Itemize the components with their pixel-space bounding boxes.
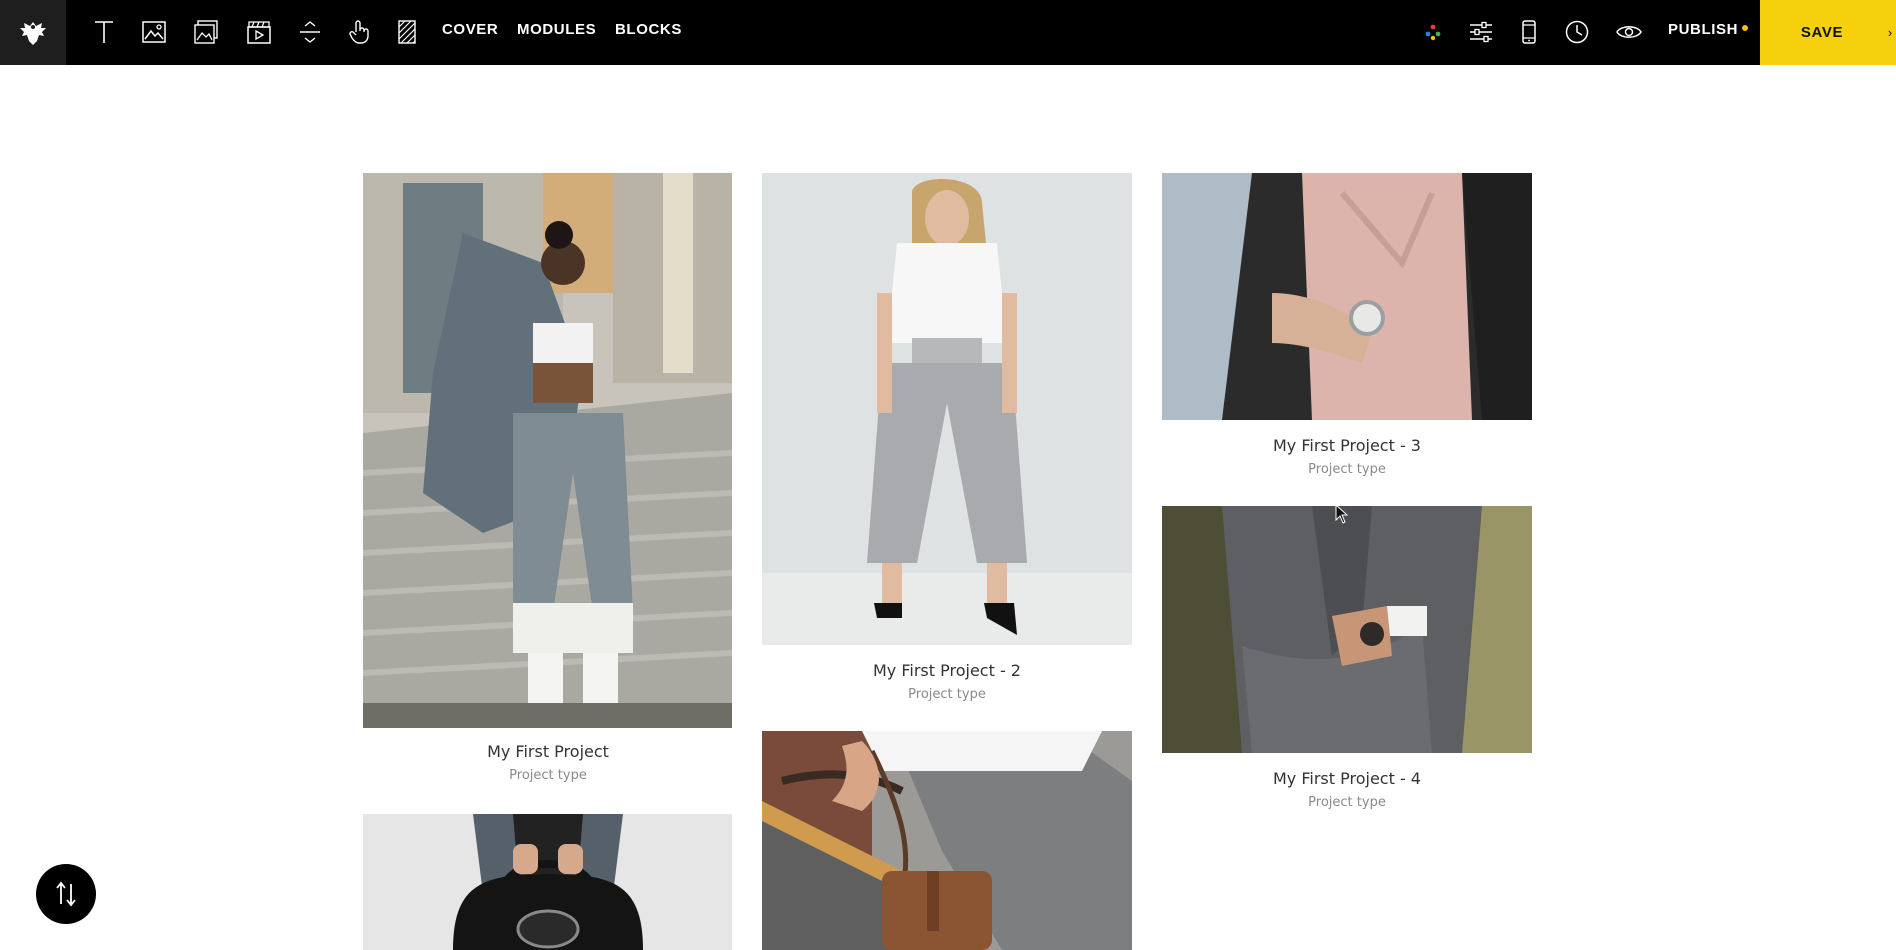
project-4-photo[interactable]	[1162, 506, 1532, 753]
project-2-type: Project type	[908, 687, 986, 702]
sort-arrows-icon[interactable]	[36, 864, 96, 924]
eye-icon[interactable]	[1613, 16, 1645, 48]
hand-pointer-icon[interactable]	[344, 16, 376, 48]
sliders-icon[interactable]	[1465, 16, 1497, 48]
project-3-type: Project type	[1308, 462, 1386, 477]
project-1-type: Project type	[509, 768, 587, 783]
project-4-title[interactable]: My First Project - 4	[1162, 769, 1532, 788]
eagle-logo-icon[interactable]	[0, 0, 66, 65]
publish-label: PUBLISH	[1668, 21, 1739, 38]
project-2-photo[interactable]	[762, 173, 1132, 645]
clock-icon[interactable]	[1561, 16, 1593, 48]
project-3-photo[interactable]	[1162, 173, 1532, 420]
mobile-icon[interactable]	[1513, 16, 1545, 48]
gallery-icon[interactable]	[190, 16, 222, 48]
project-1-photo[interactable]	[363, 173, 732, 728]
palette-dots-icon[interactable]	[1417, 16, 1449, 48]
text-icon[interactable]	[88, 16, 120, 48]
chevron-right-icon[interactable]: ›	[1884, 0, 1896, 65]
project-5-photo[interactable]	[363, 814, 732, 950]
nav-blocks[interactable]: BLOCKS	[615, 0, 682, 65]
project-3-title[interactable]: My First Project - 3	[1162, 436, 1532, 455]
image-icon[interactable]	[138, 16, 170, 48]
top-toolbar: COVER MODULES BLOCKS PUBLISH SAVE ›	[0, 0, 1896, 65]
pattern-icon[interactable]	[391, 16, 423, 48]
nav-modules[interactable]: MODULES	[517, 0, 596, 65]
project-4-type: Project type	[1308, 795, 1386, 810]
save-button[interactable]: SAVE	[1760, 0, 1884, 65]
spacer-icon[interactable]	[294, 16, 326, 48]
publish-button[interactable]: PUBLISH	[1668, 0, 1749, 65]
publish-status-dot	[1742, 25, 1749, 32]
nav-cover[interactable]: COVER	[442, 0, 498, 65]
video-icon[interactable]	[243, 16, 275, 48]
project-2-title[interactable]: My First Project - 2	[762, 661, 1132, 680]
project-6-photo[interactable]	[762, 731, 1132, 950]
project-1-title[interactable]: My First Project	[363, 742, 733, 761]
mouse-cursor-icon	[1335, 503, 1349, 529]
